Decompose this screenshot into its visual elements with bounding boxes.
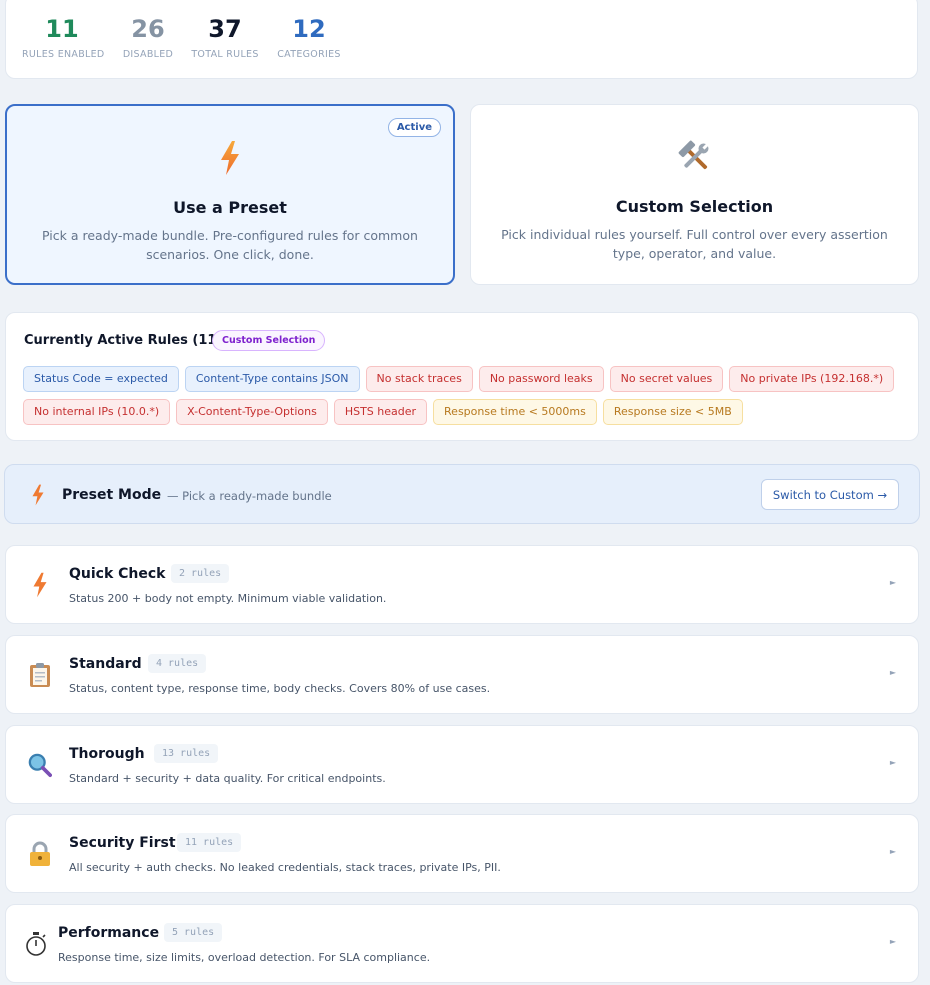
mode-description: Pick individual rules yourself. Full con… (501, 227, 888, 261)
clipboard-icon (28, 662, 52, 688)
preset-security-first[interactable]: Security First 11 rules All security + a… (5, 814, 919, 893)
mode-description: Pick a ready-made bundle. Pre-configured… (42, 228, 418, 262)
chevron-right-icon[interactable]: ► (890, 758, 896, 767)
preset-name: Standard (69, 656, 142, 672)
preset-mode-title: Preset Mode (62, 487, 162, 503)
preset-name: Quick Check (69, 566, 166, 582)
lightning-icon (7, 140, 453, 180)
preset-rule-count: 11 rules (177, 833, 242, 852)
rule-chip: X-Content-Type-Options (176, 399, 328, 425)
stat-label: TOTAL RULES (191, 49, 259, 60)
active-rules-panel: Currently Active Rules (11) Custom Selec… (5, 312, 919, 441)
preset-name: Thorough (69, 746, 145, 762)
active-badge: Active (387, 118, 441, 137)
mode-title: Custom Selection (615, 197, 774, 216)
stat-value: 26 (131, 15, 165, 43)
preset-rule-count: 4 rules (148, 654, 207, 673)
preset-mode-subtitle: — Pick a ready-made bundle (167, 489, 332, 503)
rule-chip: No internal IPs (10.0.*) (23, 399, 171, 425)
rule-chip: No stack traces (365, 366, 473, 392)
stat-total-rules: 37 TOTAL RULES (190, 15, 260, 60)
chevron-right-icon[interactable]: ► (890, 578, 896, 587)
mode-title: Use a Preset (173, 198, 287, 217)
active-rules-chip-list: Status Code = expected Content-Type cont… (23, 366, 903, 425)
preset-name: Performance (58, 925, 160, 941)
stat-label: RULES ENABLED (22, 49, 105, 60)
custom-selection-card[interactable]: Custom Selection Pick individual rules y… (470, 104, 919, 285)
chevron-right-icon[interactable]: ► (890, 847, 896, 856)
preset-mode-bar: Preset Mode — Pick a ready-made bundle S… (4, 464, 920, 524)
stats-panel: 11 RULES ENABLED 26 DISABLED 37 TOTAL RU… (5, 0, 918, 79)
use-preset-card[interactable]: Active Use a Preset Pick a ready-made bu… (5, 104, 455, 285)
rule-chip: HSTS header (333, 399, 428, 425)
stat-rules-enabled: 11 RULES ENABLED (22, 15, 105, 60)
stat-value: 12 (292, 15, 326, 43)
lock-icon (28, 841, 52, 867)
rule-chip: Content-Type contains JSON (184, 366, 360, 392)
chevron-right-icon[interactable]: ► (890, 668, 896, 677)
magnifier-icon (28, 752, 52, 778)
chevron-right-icon[interactable]: ► (890, 937, 896, 946)
rule-chip: Status Code = expected (23, 366, 179, 392)
preset-description: All security + auth checks. No leaked cr… (69, 861, 501, 874)
rule-chip: Response size < 5MB (602, 399, 743, 425)
rule-chip: No secret values (609, 366, 724, 392)
lightning-icon (28, 572, 52, 598)
preset-rule-count: 5 rules (164, 923, 223, 942)
preset-thorough[interactable]: Thorough 13 rules Standard + security + … (5, 725, 919, 804)
stat-value: 11 (45, 15, 79, 43)
preset-standard[interactable]: Standard 4 rules Status, content type, r… (5, 635, 919, 714)
preset-rule-count: 13 rules (154, 744, 219, 763)
stopwatch-icon (24, 931, 48, 957)
stat-label: CATEGORIES (277, 49, 341, 60)
hammer-wrench-icon (471, 139, 918, 179)
mode-chip: Custom Selection (212, 330, 326, 351)
preset-performance[interactable]: Performance 5 rules Response time, size … (5, 904, 919, 983)
preset-description: Status 200 + body not empty. Minimum via… (69, 592, 387, 605)
preset-name: Security First (69, 835, 176, 851)
stat-disabled: 26 DISABLED (116, 15, 180, 60)
lightning-icon (31, 484, 45, 510)
preset-quick-check[interactable]: Quick Check 2 rules Status 200 + body no… (5, 545, 919, 624)
stat-label: DISABLED (122, 49, 174, 60)
stat-value: 37 (208, 15, 242, 43)
rule-chip: Response time < 5000ms (433, 399, 597, 425)
active-rules-title: Currently Active Rules (11) (24, 333, 223, 348)
preset-description: Response time, size limits, overload det… (58, 951, 431, 964)
rule-chip: No password leaks (478, 366, 604, 392)
rule-chip: No private IPs (192.168.*) (729, 366, 895, 392)
stat-categories: 12 CATEGORIES (274, 15, 344, 60)
switch-to-custom-button[interactable]: Switch to Custom → (761, 479, 899, 510)
preset-description: Standard + security + data quality. For … (69, 772, 386, 785)
preset-rule-count: 2 rules (171, 564, 230, 583)
preset-description: Status, content type, response time, bod… (69, 682, 491, 695)
